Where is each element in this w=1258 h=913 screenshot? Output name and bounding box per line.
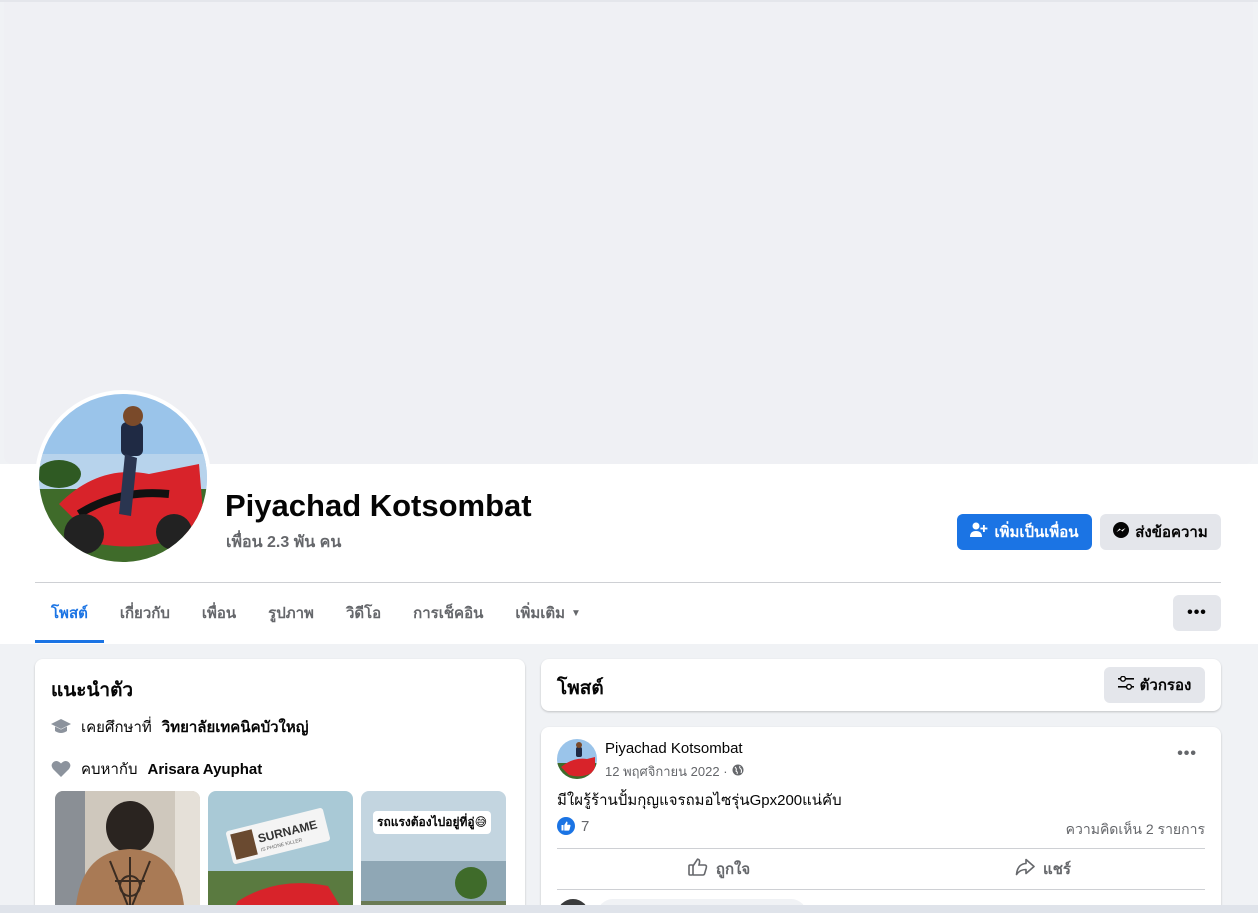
filter-button[interactable]: ตัวกรอง [1104,667,1205,703]
post-text: มีใผรู้ร้านปั้มกุญแจรถมอไซรุ่นGpx200แน่ค… [557,792,842,809]
intro-relationship: คบหากับ Arisara Ayuphat [51,757,262,781]
post-card: Piyachad Kotsombat 12 พฤศจิกายน 2022 · •… [541,727,1221,913]
post-meta: 12 พฤศจิกายน 2022 · [605,761,744,782]
filter-icon [1117,675,1134,694]
posts-header-card: โพสต์ ตัวกรอง [541,659,1221,711]
tab-posts[interactable]: โพสต์ [35,583,104,643]
partner-link[interactable]: Arisara Ayuphat [147,761,262,778]
tab-videos[interactable]: วิดีโอ [330,583,397,643]
intro-title: แนะนำตัว [51,680,134,701]
add-friend-icon [970,522,988,542]
tab-friends[interactable]: เพื่อน [186,583,252,643]
profile-name: Piyachad Kotsombat [225,488,532,523]
bottom-strip [0,905,1258,913]
profile-tabs: โพสต์ เกี่ยวกับ เพื่อน รูปภาพ วิดีโอ การ… [35,583,597,643]
more-options-button[interactable]: ••• [1173,595,1221,631]
messenger-icon [1113,522,1130,542]
post-author-avatar[interactable] [557,739,597,779]
tab-more[interactable]: เพิ่มเติม ▼ [499,583,597,643]
like-count: 7 [581,817,590,835]
photo-thumbnail[interactable]: SURNAME IS PHONE KILLER [208,791,353,913]
reactions-summary[interactable]: 7 [557,817,589,835]
tab-about[interactable]: เกี่ยวกับ [104,583,186,643]
education-link[interactable]: วิทยาลัยเทคนิคบัวใหญ่ [162,715,309,739]
post-actions: ถูกใจ แชร์ [557,849,1205,889]
cover-photo[interactable] [4,2,1253,464]
friends-count[interactable]: เพื่อน 2.3 พัน คน [226,530,341,555]
add-friend-button[interactable]: เพิ่มเป็นเพื่อน [957,514,1092,550]
post-date[interactable]: 12 พฤศจิกายน 2022 · [605,761,728,782]
globe-icon [732,764,744,779]
tab-checkins[interactable]: การเช็คอิน [397,583,499,643]
photo-grid: SURNAME IS PHONE KILLER รถแรงต้องไปอยู่ท… [55,791,506,913]
add-friend-label: เพิ่มเป็นเพื่อน [994,524,1079,541]
intro-education: เคยศึกษาที่ วิทยาลัยเทคนิคบัวใหญ่ [51,715,309,739]
comments-count[interactable]: ความคิดเห็น 2 รายการ [1066,819,1205,841]
message-label: ส่งข้อความ [1135,524,1208,541]
photo-caption: รถแรงต้องไปอยู่ที่อู่😅 [373,811,492,834]
like-reaction-icon [557,817,575,835]
share-button[interactable]: แชร์ [881,849,1205,889]
intro-card: แนะนำตัว เคยศึกษาที่ วิทยาลัยเทคนิคบัวให… [35,659,525,913]
profile-avatar[interactable] [35,390,211,566]
like-button[interactable]: ถูกใจ [557,849,881,889]
post-options-button[interactable]: ••• [1177,745,1197,763]
photo-thumbnail[interactable]: รถแรงต้องไปอยู่ที่อู่😅 [361,791,506,913]
message-button[interactable]: ส่งข้อความ [1100,514,1221,550]
share-arrow-icon [1015,858,1035,880]
photo-thumbnail[interactable] [55,791,200,913]
tab-photos[interactable]: รูปภาพ [252,583,330,643]
posts-title: โพสต์ [557,678,604,699]
heart-icon [51,759,71,779]
thumbs-up-icon [688,858,708,880]
post-author-name[interactable]: Piyachad Kotsombat [605,740,743,757]
graduation-cap-icon [51,717,71,737]
post-divider [557,889,1205,890]
caret-down-icon: ▼ [571,607,581,619]
